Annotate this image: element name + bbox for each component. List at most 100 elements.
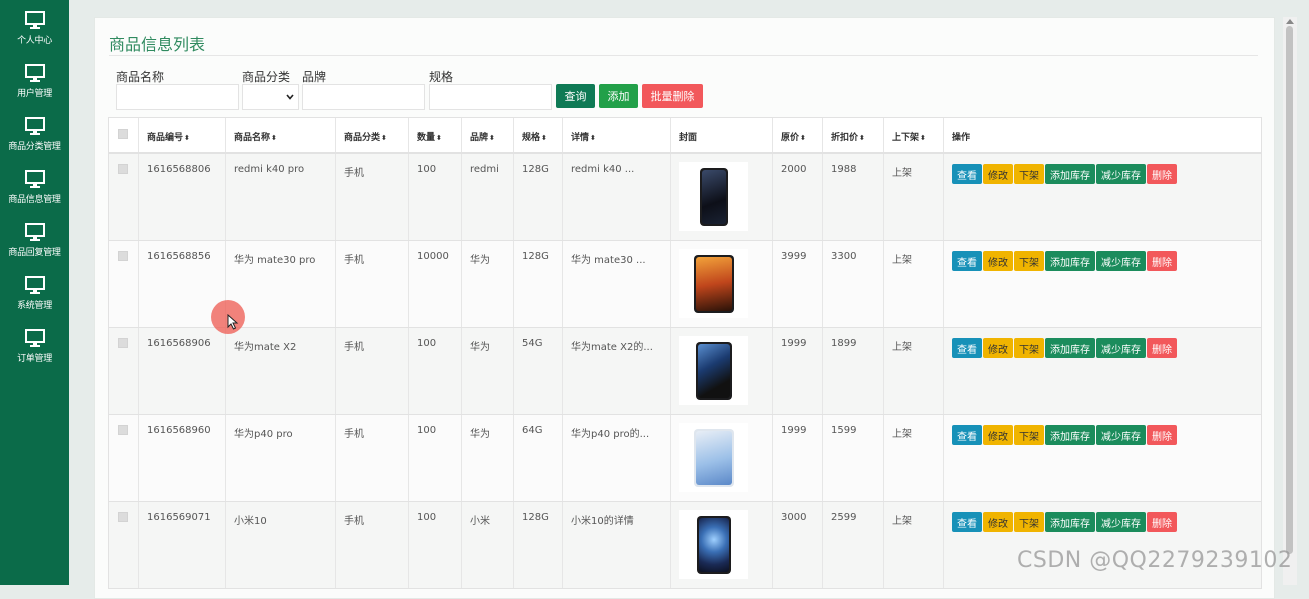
header-label: 数量 <box>417 133 436 143</box>
search-button[interactable]: 查询 <box>556 84 595 108</box>
offshelf-button[interactable]: 下架 <box>1014 338 1044 358</box>
edit-button[interactable]: 修改 <box>983 338 1013 358</box>
row-checkbox[interactable] <box>118 425 128 435</box>
add-button[interactable]: 添加 <box>599 84 638 108</box>
sort-icon: ⬍ <box>381 134 387 142</box>
product-id: 1616568960 <box>147 425 211 436</box>
product-discount-price: 1899 <box>831 338 857 349</box>
edit-button[interactable]: 修改 <box>983 164 1013 184</box>
sidebar-item-label: 用户管理 <box>17 89 52 99</box>
product-quantity: 100 <box>417 425 437 436</box>
view-button[interactable]: 查看 <box>952 512 982 532</box>
scroll-thumb[interactable] <box>1286 26 1293 554</box>
product-status: 上架 <box>892 342 912 353</box>
product-spec: 64G <box>522 425 543 436</box>
header-detail[interactable]: 详情⬍ <box>562 118 670 152</box>
delete-button[interactable]: 删除 <box>1147 512 1177 532</box>
edit-button[interactable]: 修改 <box>983 251 1013 271</box>
header-discount[interactable]: 折扣价⬍ <box>822 118 883 152</box>
product-category: 手机 <box>344 255 364 266</box>
delete-button[interactable]: 删除 <box>1147 338 1177 358</box>
sidebar-item-personal-center[interactable]: 个人中心 <box>0 0 69 53</box>
product-discount-price: 3300 <box>831 251 857 262</box>
row-checkbox[interactable] <box>118 512 128 522</box>
header-product-id[interactable]: 商品编号⬍ <box>138 118 225 152</box>
header-label: 规格 <box>522 133 541 143</box>
add-stock-button[interactable]: 添加库存 <box>1045 338 1095 358</box>
product-id: 1616568856 <box>147 251 211 262</box>
header-status[interactable]: 上下架⬍ <box>883 118 943 152</box>
sidebar-item-orders[interactable]: 订单管理 <box>0 318 69 371</box>
header-brand[interactable]: 品牌⬍ <box>461 118 513 152</box>
batch-delete-button[interactable]: 批量删除 <box>642 84 703 108</box>
view-button[interactable]: 查看 <box>952 338 982 358</box>
main-panel: 商品信息列表 商品名称 商品分类 品牌 规格 查询 添加 批量删除 商品编号⬍ … <box>94 17 1275 599</box>
product-cover-image <box>679 423 748 492</box>
offshelf-button[interactable]: 下架 <box>1014 251 1044 271</box>
sidebar-item-label: 订单管理 <box>17 354 52 364</box>
product-discount-price: 1988 <box>831 164 857 175</box>
product-quantity: 100 <box>417 338 437 349</box>
watermark: CSDN @QQ2279239102 <box>1017 548 1293 573</box>
product-spec: 128G <box>522 512 549 523</box>
header-price[interactable]: 原价⬍ <box>772 118 822 152</box>
reduce-stock-button[interactable]: 减少库存 <box>1096 425 1146 445</box>
delete-button[interactable]: 删除 <box>1147 251 1177 271</box>
sort-icon: ⬍ <box>489 134 495 142</box>
category-select[interactable] <box>242 84 299 110</box>
product-name-input[interactable] <box>116 84 239 110</box>
edit-button[interactable]: 修改 <box>983 425 1013 445</box>
sort-icon: ⬍ <box>436 134 442 142</box>
offshelf-button[interactable]: 下架 <box>1014 425 1044 445</box>
header-product-name[interactable]: 商品名称⬍ <box>225 118 335 152</box>
delete-button[interactable]: 删除 <box>1147 425 1177 445</box>
table-body: 1616568806 redmi k40 pro 手机 100 redmi 12… <box>109 154 1261 589</box>
reduce-stock-button[interactable]: 减少库存 <box>1096 338 1146 358</box>
title-divider <box>109 55 1258 56</box>
reduce-stock-button[interactable]: 减少库存 <box>1096 164 1146 184</box>
add-stock-button[interactable]: 添加库存 <box>1045 512 1095 532</box>
scroll-up-arrow-icon[interactable] <box>1286 19 1294 24</box>
product-category: 手机 <box>344 516 364 527</box>
header-quantity[interactable]: 数量⬍ <box>408 118 461 152</box>
view-button[interactable]: 查看 <box>952 425 982 445</box>
product-detail: redmi k40 ... <box>571 164 635 175</box>
offshelf-button[interactable]: 下架 <box>1014 512 1044 532</box>
spec-input[interactable] <box>429 84 552 110</box>
sort-icon: ⬍ <box>271 134 277 142</box>
sidebar-item-categories[interactable]: 商品分类管理 <box>0 106 69 159</box>
sort-icon: ⬍ <box>859 134 865 142</box>
add-stock-button[interactable]: 添加库存 <box>1045 251 1095 271</box>
brand-label: 品牌 <box>302 70 327 84</box>
offshelf-button[interactable]: 下架 <box>1014 164 1044 184</box>
reduce-stock-button[interactable]: 减少库存 <box>1096 512 1146 532</box>
edit-button[interactable]: 修改 <box>983 512 1013 532</box>
sidebar-item-replies[interactable]: 商品回复管理 <box>0 212 69 265</box>
add-stock-button[interactable]: 添加库存 <box>1045 164 1095 184</box>
chevron-down-icon <box>286 94 294 100</box>
reduce-stock-button[interactable]: 减少库存 <box>1096 251 1146 271</box>
sidebar-item-users[interactable]: 用户管理 <box>0 53 69 106</box>
monitor-icon <box>24 11 45 29</box>
monitor-icon <box>24 223 45 241</box>
product-table: 商品编号⬍ 商品名称⬍ 商品分类⬍ 数量⬍ 品牌⬍ 规格⬍ 详情⬍ 封面 原价⬍… <box>108 117 1262 589</box>
sidebar-item-products[interactable]: 商品信息管理 <box>0 159 69 212</box>
header-category[interactable]: 商品分类⬍ <box>335 118 408 152</box>
row-checkbox[interactable] <box>118 164 128 174</box>
select-all-checkbox[interactable] <box>118 129 128 139</box>
header-spec[interactable]: 规格⬍ <box>513 118 562 152</box>
view-button[interactable]: 查看 <box>952 251 982 271</box>
header-label: 原价 <box>781 133 800 143</box>
brand-input[interactable] <box>302 84 425 110</box>
delete-button[interactable]: 删除 <box>1147 164 1177 184</box>
sidebar-item-system[interactable]: 系统管理 <box>0 265 69 318</box>
product-brand: 华为 <box>470 429 490 440</box>
product-cover-image <box>679 249 748 318</box>
table-header: 商品编号⬍ 商品名称⬍ 商品分类⬍ 数量⬍ 品牌⬍ 规格⬍ 详情⬍ 封面 原价⬍… <box>109 118 1261 154</box>
view-button[interactable]: 查看 <box>952 164 982 184</box>
add-stock-button[interactable]: 添加库存 <box>1045 425 1095 445</box>
product-name: 华为mate X2 <box>234 342 297 353</box>
row-checkbox[interactable] <box>118 338 128 348</box>
vertical-scrollbar[interactable] <box>1283 17 1297 585</box>
row-checkbox[interactable] <box>118 251 128 261</box>
